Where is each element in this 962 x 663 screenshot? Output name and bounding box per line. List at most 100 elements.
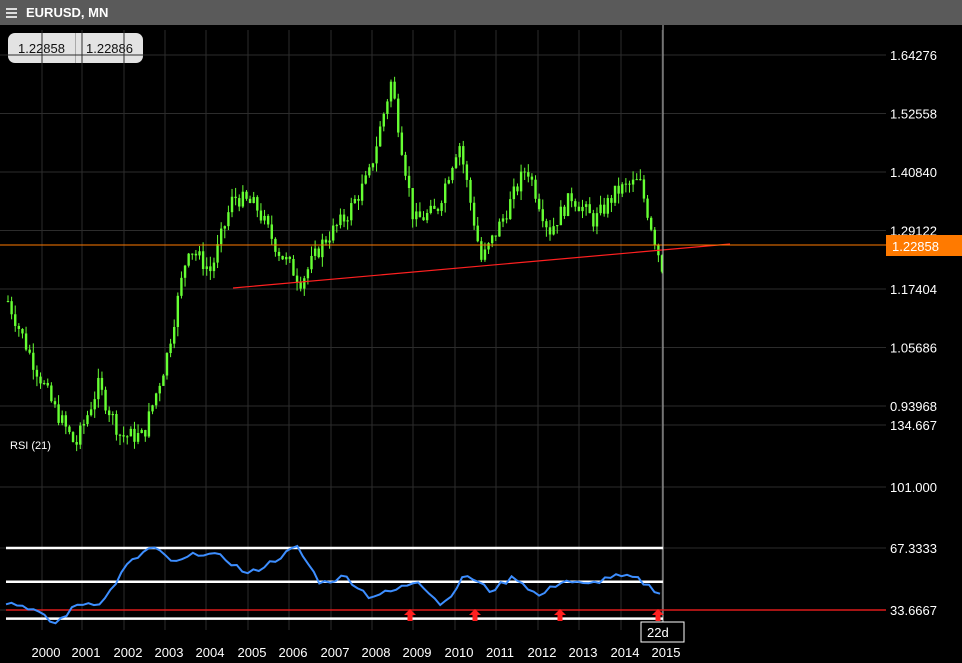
price-candle [566, 193, 570, 216]
price-candle [248, 198, 252, 204]
price-candle [292, 258, 295, 276]
price-candle [487, 243, 490, 250]
price-candle [480, 241, 483, 260]
price-candle [389, 81, 393, 102]
price-candle [472, 202, 476, 226]
price-candle [104, 389, 107, 411]
price-candle [581, 206, 584, 212]
price-candle [465, 164, 469, 180]
price-candle [230, 196, 234, 213]
rsi-tick-label: 33.6667 [890, 603, 937, 618]
price-candle [577, 206, 581, 212]
rsi-tick-label: 134.667 [890, 418, 937, 433]
price-candle [483, 249, 487, 260]
price-chart[interactable]: RSI (21) 1.642761.525581.408401.291221.1… [0, 25, 962, 663]
price-candle [454, 157, 458, 168]
price-candle [458, 146, 461, 158]
price-tick-label: 1.52558 [890, 107, 937, 122]
price-candle [126, 436, 129, 438]
price-candle [46, 382, 49, 386]
price-candle [6, 301, 10, 303]
price-candle [21, 328, 24, 334]
price-candle [317, 248, 320, 258]
year-label: 2013 [569, 645, 598, 660]
price-candle [14, 314, 17, 326]
year-label: 2007 [321, 645, 350, 660]
year-label: 2000 [32, 645, 61, 660]
price-candle [252, 197, 255, 204]
price-candle [639, 179, 642, 181]
price-candle [198, 251, 201, 256]
price-candle [165, 353, 169, 376]
price-candle [444, 183, 447, 204]
x-axis: 2000 2001 2002 2003 2004 2005 2006 2007 2008 2009… [32, 645, 681, 660]
price-candle [86, 415, 89, 425]
price-candle [68, 426, 71, 433]
price-candle [592, 213, 595, 227]
price-candle [602, 204, 606, 214]
menu-icon[interactable] [6, 6, 22, 20]
price-candle [425, 212, 429, 221]
price-candle [368, 167, 371, 176]
price-candle [277, 251, 281, 256]
price-candle [646, 198, 649, 218]
price-candle [469, 179, 472, 203]
price-candle [350, 203, 353, 221]
price-candle [509, 199, 512, 220]
price-candle [266, 215, 270, 225]
price-candle [574, 201, 577, 207]
price-candle [563, 206, 566, 216]
rsi-tick-label: 67.3333 [890, 541, 937, 556]
price-candle [82, 424, 86, 426]
price-candle [216, 244, 219, 263]
price-candle [415, 211, 418, 220]
price-candle [256, 197, 259, 211]
price-candle [28, 349, 31, 353]
price-candle [194, 253, 198, 256]
price-candle [173, 326, 176, 344]
price-candle [548, 227, 552, 235]
price-candle [39, 376, 42, 384]
price-candle [346, 220, 349, 222]
price-candle [187, 253, 190, 266]
price-candle [154, 393, 158, 406]
price-candle [624, 183, 628, 185]
price-candle [100, 377, 104, 390]
price-candle [360, 183, 364, 201]
current-price-label: 1.22858 [892, 239, 939, 254]
price-candle [422, 217, 425, 221]
price-candle [147, 411, 151, 437]
price-candle [306, 269, 310, 279]
price-candle [53, 401, 57, 405]
price-candle [270, 224, 273, 239]
price-candle [162, 375, 165, 386]
price-candle [537, 198, 541, 210]
price-candle [631, 179, 635, 185]
price-candle [440, 203, 443, 211]
price-candle [169, 343, 172, 354]
price-tick-label: 1.40840 [890, 165, 937, 180]
price-candles [6, 76, 664, 452]
price-candle [35, 369, 39, 377]
price-candle [32, 352, 35, 370]
price-candle [534, 179, 537, 199]
price-candle [115, 413, 118, 435]
price-candle [505, 218, 508, 220]
price-candle [357, 198, 360, 201]
price-candle [339, 214, 342, 226]
rsi-label: RSI (21) [10, 440, 51, 452]
price-candle [310, 255, 313, 270]
price-candle [584, 204, 588, 207]
price-candle [288, 256, 292, 259]
price-candle [144, 430, 147, 437]
y-axis: 1.642761.525581.408401.291221.174041.056… [890, 48, 937, 618]
price-candle [556, 225, 559, 227]
price-candle [523, 171, 526, 173]
price-candle [281, 255, 284, 260]
price-candle [588, 204, 591, 214]
price-candle [501, 218, 505, 222]
crosshair-date-label: 22d [647, 625, 669, 640]
price-candle [397, 98, 400, 133]
price-candle [418, 211, 422, 218]
price-candle [136, 432, 140, 442]
